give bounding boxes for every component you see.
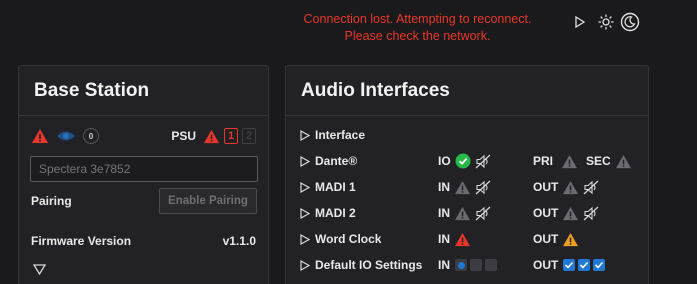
in-error-icon bbox=[454, 232, 471, 247]
interface-header-row[interactable]: Interface bbox=[300, 124, 636, 146]
out-label: OUT bbox=[533, 206, 559, 220]
warning-icon[interactable] bbox=[31, 128, 49, 144]
firmware-version-label: Firmware Version bbox=[31, 234, 132, 248]
muted-speaker-icon[interactable] bbox=[583, 180, 599, 195]
out-warning-icon bbox=[562, 232, 579, 247]
audio-interfaces-panel: Audio Interfaces Interface Dante® IO PRI… bbox=[285, 65, 649, 284]
sec-label: SEC bbox=[586, 154, 611, 168]
audio-interfaces-title: Audio Interfaces bbox=[286, 66, 648, 116]
in-label: IN bbox=[438, 206, 450, 220]
dark-mode-icon[interactable] bbox=[620, 12, 640, 32]
out-label: OUT bbox=[533, 232, 559, 246]
pri-warning-icon bbox=[561, 154, 578, 169]
sec-warning-icon bbox=[615, 154, 632, 169]
pairing-label: Pairing bbox=[31, 194, 72, 208]
muted-speaker-icon[interactable] bbox=[475, 154, 491, 169]
base-station-title: Base Station bbox=[19, 66, 268, 116]
interface-name: Default IO Settings bbox=[315, 258, 423, 272]
interface-row-word-clock[interactable]: Word Clock IN OUT bbox=[300, 228, 636, 250]
connection-lost-banner: Connection lost. Attempting to reconnect… bbox=[270, 11, 565, 45]
expand-triangle-icon bbox=[300, 155, 310, 167]
expand-triangle-icon bbox=[300, 181, 310, 193]
muted-speaker-icon[interactable] bbox=[475, 206, 491, 221]
out-warning-icon bbox=[562, 180, 579, 195]
in-warning-icon bbox=[454, 206, 471, 221]
interface-header-label: Interface bbox=[315, 128, 366, 142]
check-circle-icon bbox=[455, 153, 471, 169]
pri-label: PRI bbox=[533, 154, 554, 168]
interface-name: MADI 2 bbox=[315, 206, 356, 220]
out-channel-2-checkbox[interactable] bbox=[578, 259, 591, 271]
psu-1-badge[interactable]: 1 bbox=[224, 128, 238, 144]
interface-name: MADI 1 bbox=[315, 180, 356, 194]
interface-name: Dante® bbox=[315, 154, 358, 168]
out-channel-3-checkbox[interactable] bbox=[593, 259, 606, 271]
banner-line-1: Connection lost. Attempting to reconnect… bbox=[303, 12, 532, 26]
play-icon[interactable] bbox=[574, 16, 586, 28]
interface-row-default-io-settings[interactable]: Default IO Settings IN OUT bbox=[300, 254, 636, 276]
out-channel-1-checkbox[interactable] bbox=[563, 259, 576, 271]
expand-triangle-icon bbox=[300, 233, 310, 245]
psu-warning-icon[interactable] bbox=[203, 129, 220, 144]
in-channel-2-toggle[interactable] bbox=[470, 259, 482, 271]
top-toolbar bbox=[574, 12, 640, 32]
expand-triangle-icon bbox=[300, 129, 310, 141]
banner-line-2: Please check the network. bbox=[344, 29, 491, 43]
enable-pairing-button[interactable]: Enable Pairing bbox=[159, 188, 257, 214]
interface-name: Word Clock bbox=[315, 232, 382, 246]
brightness-icon[interactable] bbox=[598, 14, 614, 30]
out-label: OUT bbox=[533, 258, 559, 272]
in-label: IN bbox=[438, 180, 450, 194]
muted-speaker-icon[interactable] bbox=[583, 206, 599, 221]
zero-badge-icon[interactable]: 0 bbox=[83, 128, 99, 144]
base-station-status: 0 bbox=[31, 128, 99, 144]
interface-row-madi-1[interactable]: MADI 1 IN OUT bbox=[300, 176, 636, 198]
out-label: OUT bbox=[533, 180, 559, 194]
firmware-version-value: v1.1.0 bbox=[222, 234, 256, 248]
in-channel-1-toggle[interactable] bbox=[455, 259, 467, 271]
in-channel-3-toggle[interactable] bbox=[485, 259, 497, 271]
interface-row-madi-2[interactable]: MADI 2 IN OUT bbox=[300, 202, 636, 224]
base-station-name-input[interactable] bbox=[30, 156, 258, 182]
visibility-icon[interactable] bbox=[56, 129, 76, 143]
in-label: IN bbox=[438, 258, 450, 272]
psu-2-badge[interactable]: 2 bbox=[242, 128, 256, 144]
interface-row-dante[interactable]: Dante® IO PRI SEC bbox=[300, 150, 636, 172]
out-warning-icon bbox=[562, 206, 579, 221]
expand-triangle-icon bbox=[300, 207, 310, 219]
expand-chevron-icon[interactable] bbox=[33, 264, 46, 275]
base-station-panel: Base Station 0 PSU 1 2 Pairing Enable Pa… bbox=[18, 65, 269, 284]
muted-speaker-icon[interactable] bbox=[475, 180, 491, 195]
in-warning-icon bbox=[454, 180, 471, 195]
psu-label: PSU bbox=[171, 129, 196, 143]
expand-triangle-icon bbox=[300, 259, 310, 271]
in-label: IN bbox=[438, 232, 450, 246]
io-label: IO bbox=[438, 154, 451, 168]
psu-status: PSU 1 2 bbox=[171, 128, 256, 144]
